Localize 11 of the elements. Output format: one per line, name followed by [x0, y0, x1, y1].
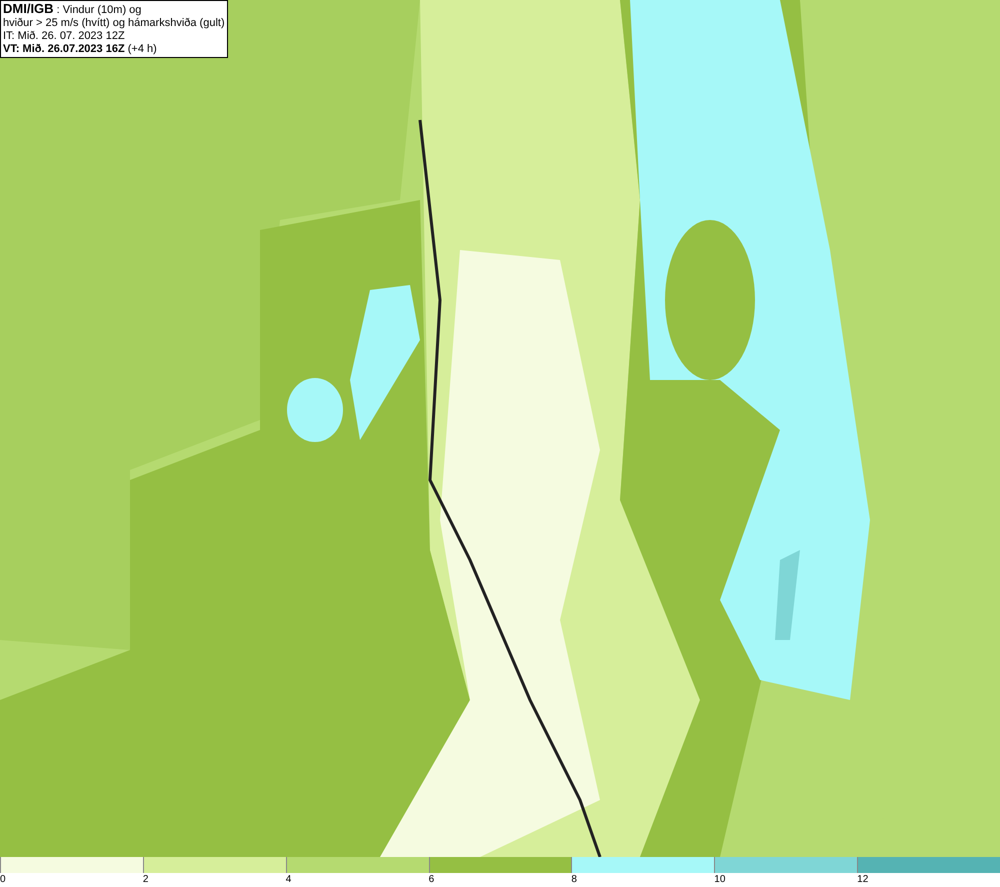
- legend-label: 12: [857, 873, 868, 887]
- legend-label: 10: [714, 873, 726, 887]
- subtitle-line: hviður > 25 m/s (hvítt) og hámarkshviða (gult): [3, 17, 225, 30]
- title-line: DMI/IGB : Vindur (10m) og: [3, 2, 142, 17]
- valid-time: VT: Mið. 26.07.2023 16Z (+4 h): [3, 43, 158, 56]
- legend-label: 4: [286, 873, 292, 887]
- legend-label: 8: [571, 873, 577, 887]
- legend-label: 6: [428, 873, 434, 887]
- legend-label: 2: [142, 873, 148, 887]
- initial-time: IT: Mið. 26. 07. 2023 12Z: [3, 30, 126, 43]
- legend-label: 0: [0, 873, 6, 887]
